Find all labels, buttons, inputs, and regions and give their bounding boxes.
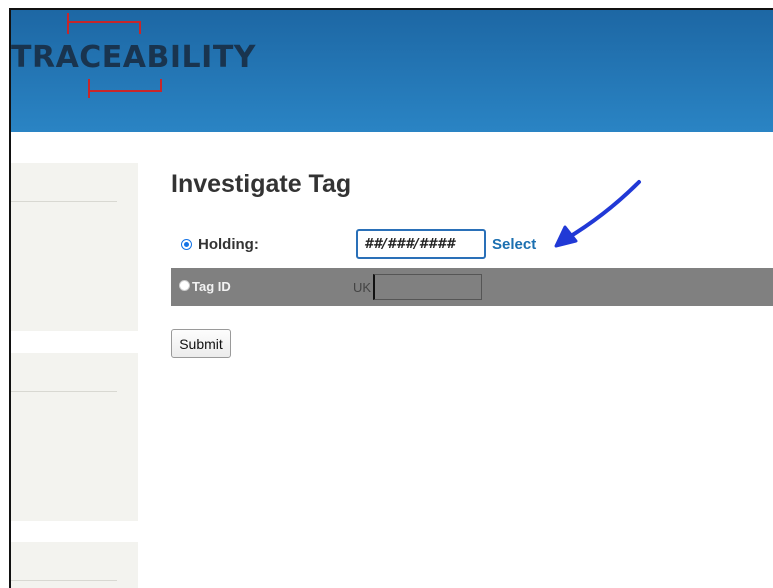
sidebar-divider [11, 201, 117, 202]
app-window: TRACEABILITY Investigate Tag Holding: Se… [9, 8, 773, 588]
tag-id-prefix: UK [353, 280, 372, 295]
logo-bracket-tick-top [67, 13, 69, 21]
page-title: Investigate Tag [171, 170, 352, 198]
logo-bracket-top [67, 21, 141, 34]
tag-id-label: Tag ID [192, 279, 231, 294]
tag-id-input[interactable] [373, 274, 482, 300]
header-banner: TRACEABILITY [11, 10, 773, 132]
sidebar-panel-1 [11, 163, 138, 331]
sidebar-divider [11, 391, 117, 392]
tag-id-row: Tag ID UK [171, 268, 773, 306]
logo-bracket-tick-bottom [88, 90, 90, 98]
tag-id-radio[interactable] [179, 280, 190, 291]
sidebar-panel-3 [11, 542, 138, 588]
annotation-arrow-icon [554, 180, 641, 248]
holding-radio[interactable] [181, 239, 192, 250]
select-link[interactable]: Select [492, 236, 536, 253]
holding-input[interactable] [356, 229, 486, 259]
sidebar-panel-2 [11, 353, 138, 521]
holding-label: Holding: [198, 236, 259, 253]
holding-row: Holding: Select [171, 229, 773, 261]
logo-bracket-bottom [88, 79, 162, 92]
logo-wordmark: TRACEABILITY [11, 40, 257, 75]
submit-button[interactable]: Submit [171, 329, 231, 358]
sidebar-divider [11, 580, 117, 581]
